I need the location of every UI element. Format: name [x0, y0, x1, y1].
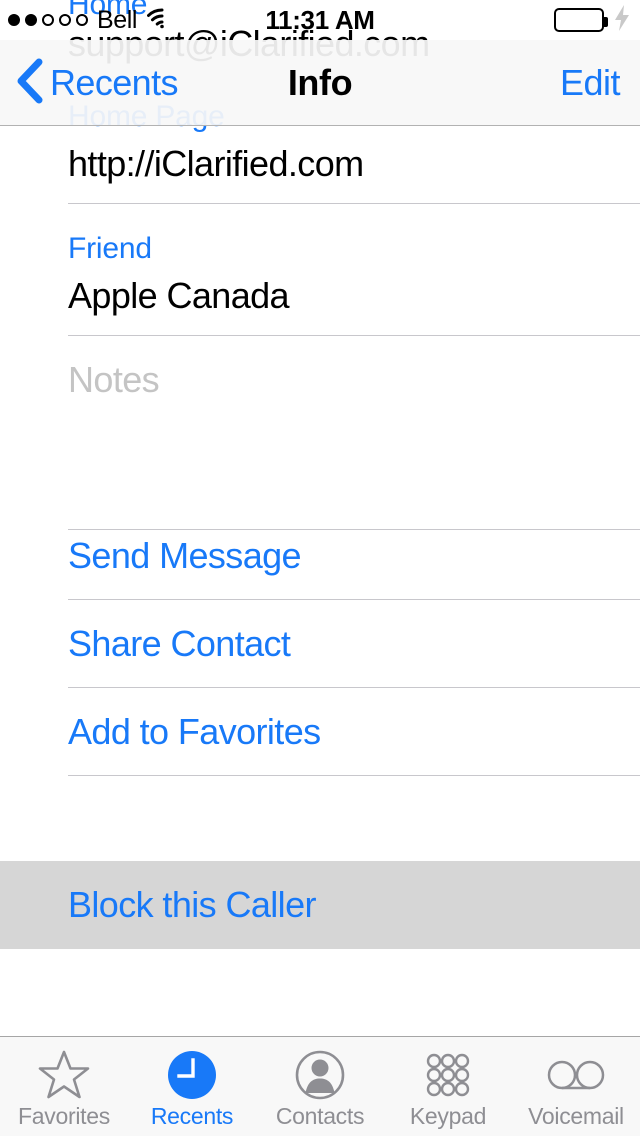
row-separator	[68, 335, 640, 336]
person-icon	[293, 1049, 347, 1101]
add-to-favorites-button[interactable]: Add to Favorites	[0, 688, 640, 776]
tab-keypad[interactable]: Keypad	[384, 1037, 512, 1136]
tab-label: Favorites	[18, 1103, 110, 1130]
keypad-icon	[421, 1049, 475, 1101]
tab-favorites[interactable]: Favorites	[0, 1037, 128, 1136]
tab-bar: Favorites Recents Contacts	[0, 1036, 640, 1136]
field-notes[interactable]: Notes	[0, 358, 640, 530]
add-to-favorites-label: Add to Favorites	[0, 688, 640, 776]
send-message-label: Send Message	[0, 512, 640, 600]
share-contact-button[interactable]: Share Contact	[0, 600, 640, 688]
star-icon	[37, 1049, 91, 1101]
tab-recents[interactable]: Recents	[128, 1037, 256, 1136]
tab-voicemail[interactable]: Voicemail	[512, 1037, 640, 1136]
contact-info-scroll-view[interactable]: Home support@iClarified.com Home Page ht…	[0, 0, 640, 1036]
tab-contacts[interactable]: Contacts	[256, 1037, 384, 1136]
tab-label: Keypad	[410, 1103, 486, 1130]
tab-label: Voicemail	[528, 1103, 624, 1130]
row-separator	[68, 775, 640, 776]
send-message-button[interactable]: Send Message	[0, 512, 640, 600]
notes-placeholder[interactable]: Notes	[0, 358, 640, 402]
clock-icon	[165, 1049, 219, 1101]
field-value[interactable]: http://iClarified.com	[0, 142, 640, 186]
tab-label: Recents	[151, 1103, 233, 1130]
row-separator	[68, 203, 640, 204]
block-this-caller-label: Block this Caller	[0, 861, 640, 949]
share-contact-label: Share Contact	[0, 600, 640, 688]
edit-button[interactable]: Edit	[560, 40, 620, 126]
phone-info-screen: Home support@iClarified.com Home Page ht…	[0, 0, 640, 1136]
tab-label: Contacts	[276, 1103, 364, 1130]
field-label: Home	[0, 0, 640, 22]
page-title: Info	[0, 40, 640, 126]
block-this-caller-button[interactable]: Block this Caller	[0, 861, 640, 949]
field-value[interactable]: Apple Canada	[0, 274, 640, 318]
navigation-bar: Recents Info Edit	[0, 40, 640, 126]
field-friend[interactable]: Friend Apple Canada	[0, 232, 640, 318]
field-label: Friend	[0, 232, 640, 266]
voicemail-icon	[545, 1049, 607, 1101]
